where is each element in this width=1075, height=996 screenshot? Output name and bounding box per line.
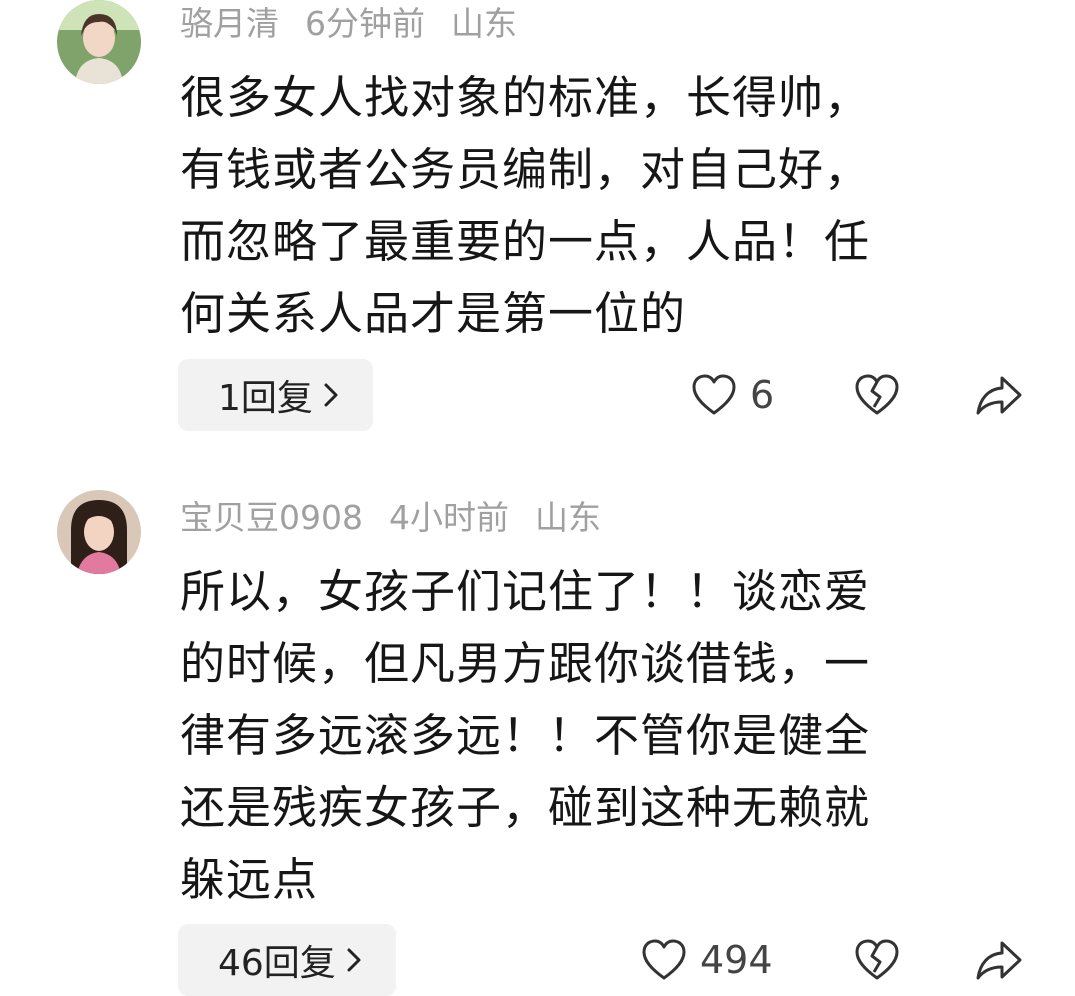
timestamp: 6分钟前 — [305, 4, 425, 43]
comment-line: 的时候，但凡男方跟你谈借钱，一 — [180, 637, 871, 690]
avatar[interactable] — [57, 0, 141, 84]
like-count: 6 — [750, 373, 775, 417]
share-arrow-icon[interactable] — [974, 938, 1024, 982]
location: 山东 — [534, 498, 601, 537]
replies-label: 1回复 — [218, 378, 313, 419]
like-count: 494 — [700, 938, 773, 982]
dislike-action — [852, 359, 902, 431]
heart-outline-icon[interactable] — [690, 373, 738, 417]
share-action — [974, 359, 1024, 431]
replies-button[interactable]: 46回复 — [178, 924, 396, 996]
timestamp: 4小时前 — [388, 498, 509, 537]
comment-text: 所以，女孩子们记住了！！谈恋爱 的时候，但凡男方跟你谈借钱，一 律有多远滚多远！… — [180, 556, 1000, 916]
share-arrow-icon[interactable] — [974, 373, 1024, 417]
comment-meta: 宝贝豆0908 4小时前 山东 — [180, 498, 627, 538]
replies-label: 46回复 — [218, 943, 336, 984]
comment-line: 律有多远滚多远！！不管你是健全 — [180, 709, 871, 762]
share-action — [974, 924, 1024, 996]
comment-item: 宝贝豆0908 4小时前 山东 所以，女孩子们记住了！！谈恋爱 的时候，但凡男方跟你… — [0, 486, 1075, 996]
comment-item: 骆月清 6分钟前 山东 很多女人找对象的标准，长得帅， 有钱或者公务员编制，对自己好… — [0, 0, 1075, 460]
replies-button[interactable]: 1回复 — [178, 359, 373, 431]
comment-line: 何关系人品才是第一位的 — [180, 287, 687, 340]
heart-outline-icon[interactable] — [640, 938, 688, 982]
comment-line: 很多女人找对象的标准，长得帅， — [180, 71, 871, 124]
location: 山东 — [451, 4, 517, 43]
avatar[interactable] — [57, 490, 141, 574]
broken-heart-icon[interactable] — [852, 938, 902, 982]
comment-line: 有钱或者公务员编制，对自己好， — [180, 143, 871, 196]
chevron-right-icon — [323, 382, 339, 408]
comment-line: 而忽略了最重要的一点，人品！任 — [180, 215, 871, 268]
comment-line: 躲远点 — [180, 853, 319, 906]
dislike-action — [852, 924, 902, 996]
username[interactable]: 骆月清 — [180, 4, 279, 43]
chevron-right-icon — [346, 947, 362, 973]
broken-heart-icon[interactable] — [852, 373, 902, 417]
comment-actions: 6 — [690, 359, 774, 431]
comment-line: 所以，女孩子们记住了！！谈恋爱 — [180, 565, 871, 618]
comment-meta: 骆月清 6分钟前 山东 — [180, 4, 543, 44]
comment-text: 很多女人找对象的标准，长得帅， 有钱或者公务员编制，对自己好， 而忽略了最重要的… — [180, 62, 1000, 350]
comment-actions: 494 — [640, 924, 773, 996]
username[interactable]: 宝贝豆0908 — [180, 498, 363, 537]
comment-line: 还是残疾女孩子，碰到这种无赖就 — [180, 781, 871, 834]
